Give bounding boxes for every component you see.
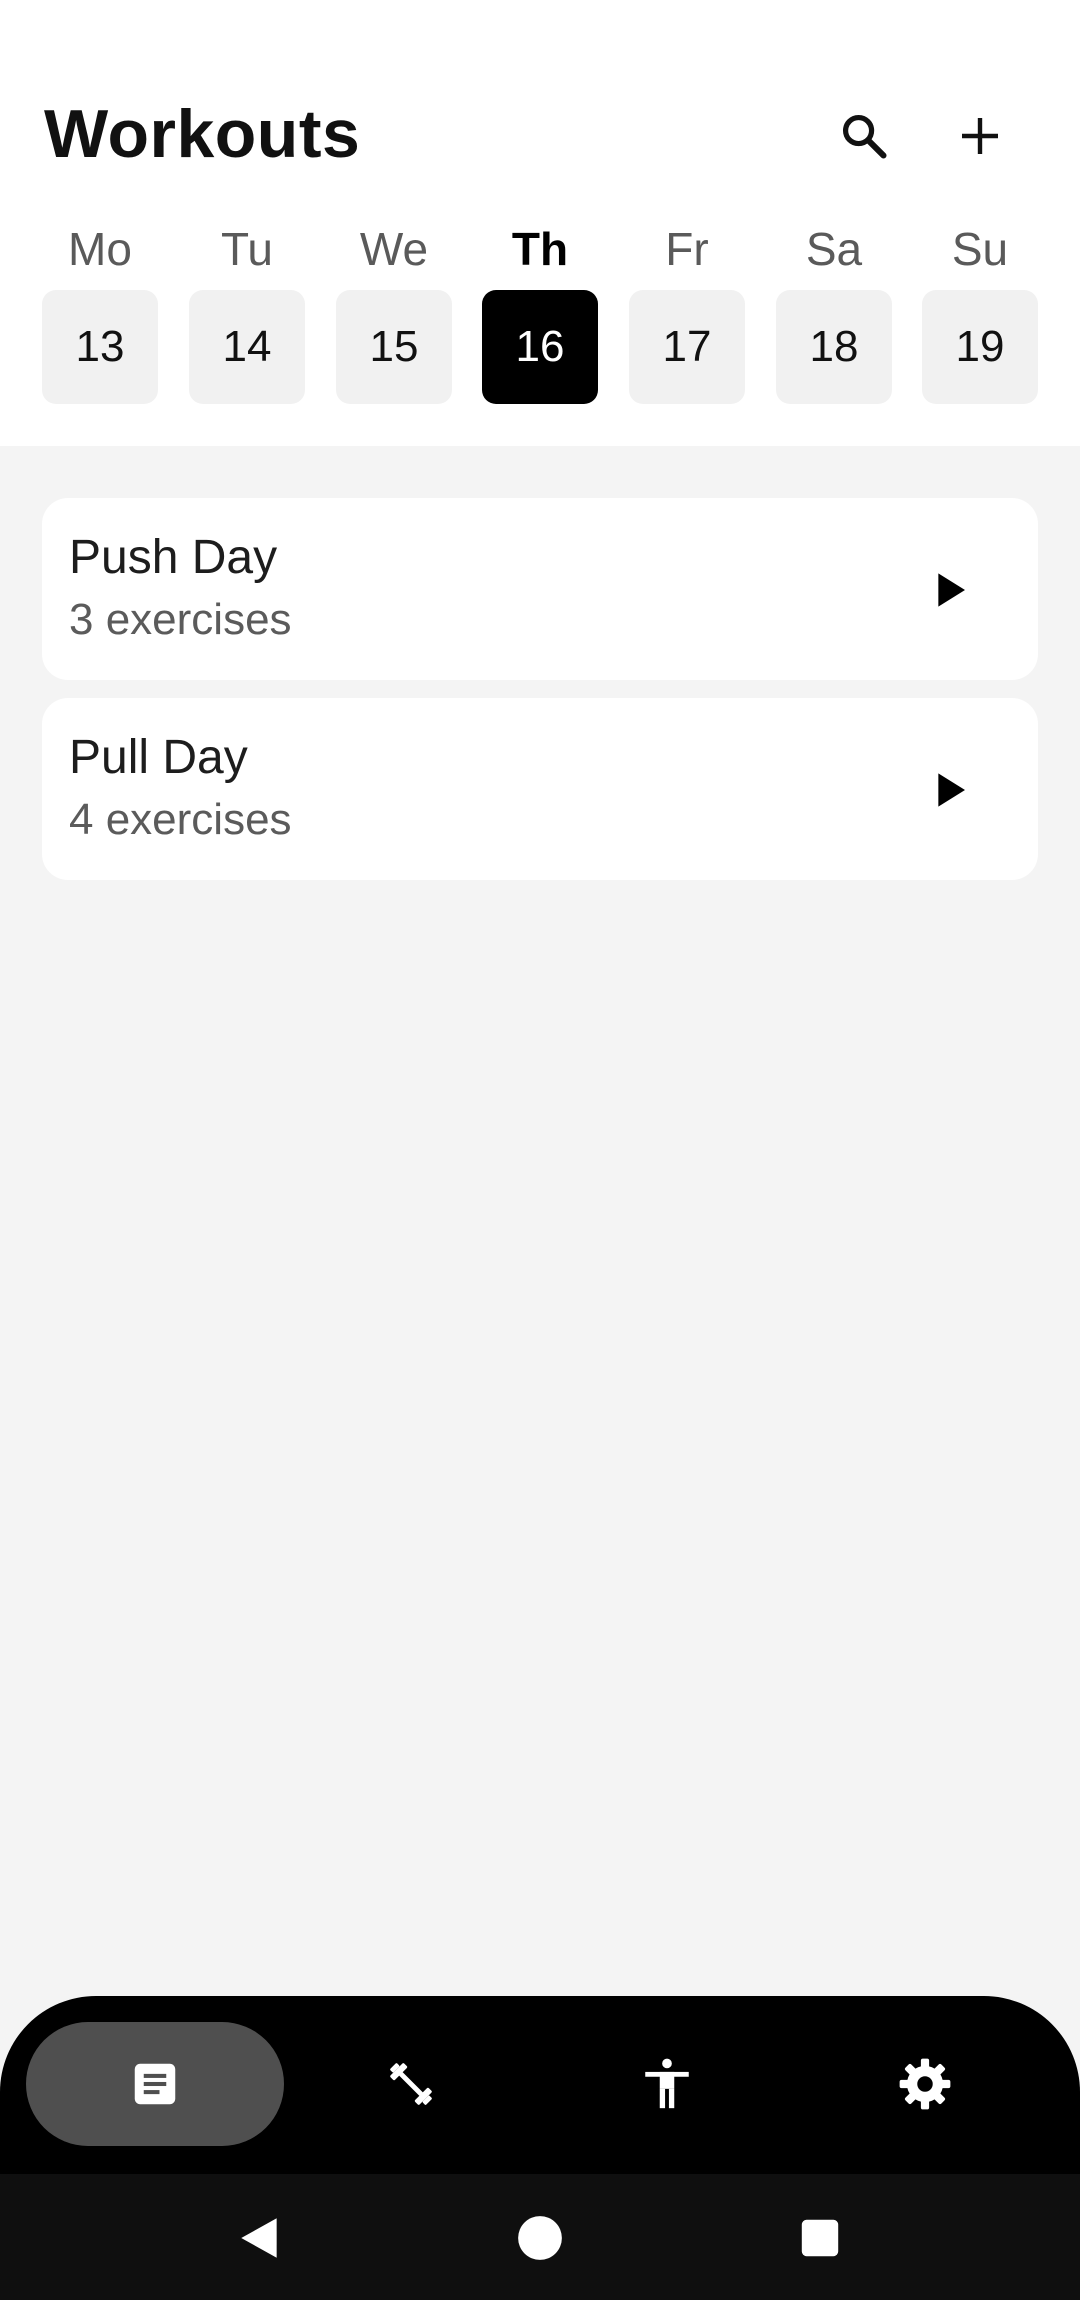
- recents-icon: [801, 2219, 839, 2257]
- day-th[interactable]: Th 16: [482, 220, 598, 404]
- workout-card-pull-day[interactable]: Pull Day 4 exercises: [42, 698, 1038, 880]
- article-icon: [134, 2063, 176, 2105]
- day-number[interactable]: 15: [336, 290, 452, 404]
- add-workout-button[interactable]: [936, 92, 1024, 180]
- workout-exercise-count: 3 exercises: [69, 595, 292, 644]
- nav-body[interactable]: [538, 2022, 796, 2146]
- search-button[interactable]: [820, 92, 908, 180]
- system-navigation-bar: [0, 2174, 1080, 2300]
- day-sa[interactable]: Sa 18: [776, 220, 892, 404]
- day-name: Su: [951, 223, 1009, 275]
- system-home-button[interactable]: [502, 2200, 578, 2276]
- workout-title: Pull Day: [69, 731, 248, 784]
- day-name: Th: [511, 223, 569, 275]
- day-tu[interactable]: Tu 14: [189, 220, 305, 404]
- day-number[interactable]: 13: [42, 290, 158, 404]
- play-icon: [938, 773, 965, 807]
- day-su[interactable]: Su 19: [922, 220, 1038, 404]
- workout-title: Push Day: [69, 531, 278, 584]
- day-name: We: [359, 223, 429, 275]
- day-fr[interactable]: Fr 17: [629, 220, 745, 404]
- bottom-navigation: [0, 1996, 1080, 2174]
- play-icon: [938, 573, 965, 607]
- home-icon: [518, 2216, 562, 2260]
- system-recents-button[interactable]: [782, 2200, 858, 2276]
- day-number[interactable]: 19: [922, 290, 1038, 404]
- system-back-button[interactable]: [222, 2200, 298, 2276]
- day-mo[interactable]: Mo 13: [42, 220, 158, 404]
- day-number[interactable]: 18: [776, 290, 892, 404]
- day-number[interactable]: 14: [189, 290, 305, 404]
- day-number[interactable]: 16: [482, 290, 598, 404]
- day-name: Mo: [68, 223, 132, 275]
- start-workout-button[interactable]: [910, 550, 990, 630]
- nav-workouts[interactable]: [26, 2022, 284, 2146]
- day-name: Fr: [665, 223, 709, 275]
- plus-icon: [962, 118, 998, 154]
- back-icon: [241, 2218, 277, 2258]
- nav-settings[interactable]: [796, 2022, 1054, 2146]
- day-name: Tu: [221, 223, 273, 275]
- day-name: Sa: [805, 223, 863, 275]
- workouts-screen: Workouts Mo 13 Tu 14 We 15 Th 16 Fr 17 S…: [0, 0, 1080, 2300]
- day-number[interactable]: 17: [629, 290, 745, 404]
- search-icon: [842, 114, 887, 159]
- nav-exercises[interactable]: [282, 2022, 540, 2146]
- workout-card-push-day[interactable]: Push Day 3 exercises: [42, 498, 1038, 680]
- workout-exercise-count: 4 exercises: [69, 795, 292, 844]
- header: Workouts Mo 13 Tu 14 We 15 Th 16 Fr 17 S…: [0, 0, 1080, 446]
- accessibility-icon: [645, 2058, 689, 2109]
- day-we[interactable]: We 15: [336, 220, 452, 404]
- gear-icon: [899, 2058, 951, 2110]
- dumbbell-icon: [390, 2063, 432, 2105]
- start-workout-button[interactable]: [910, 750, 990, 830]
- page-title: Workouts: [44, 96, 361, 172]
